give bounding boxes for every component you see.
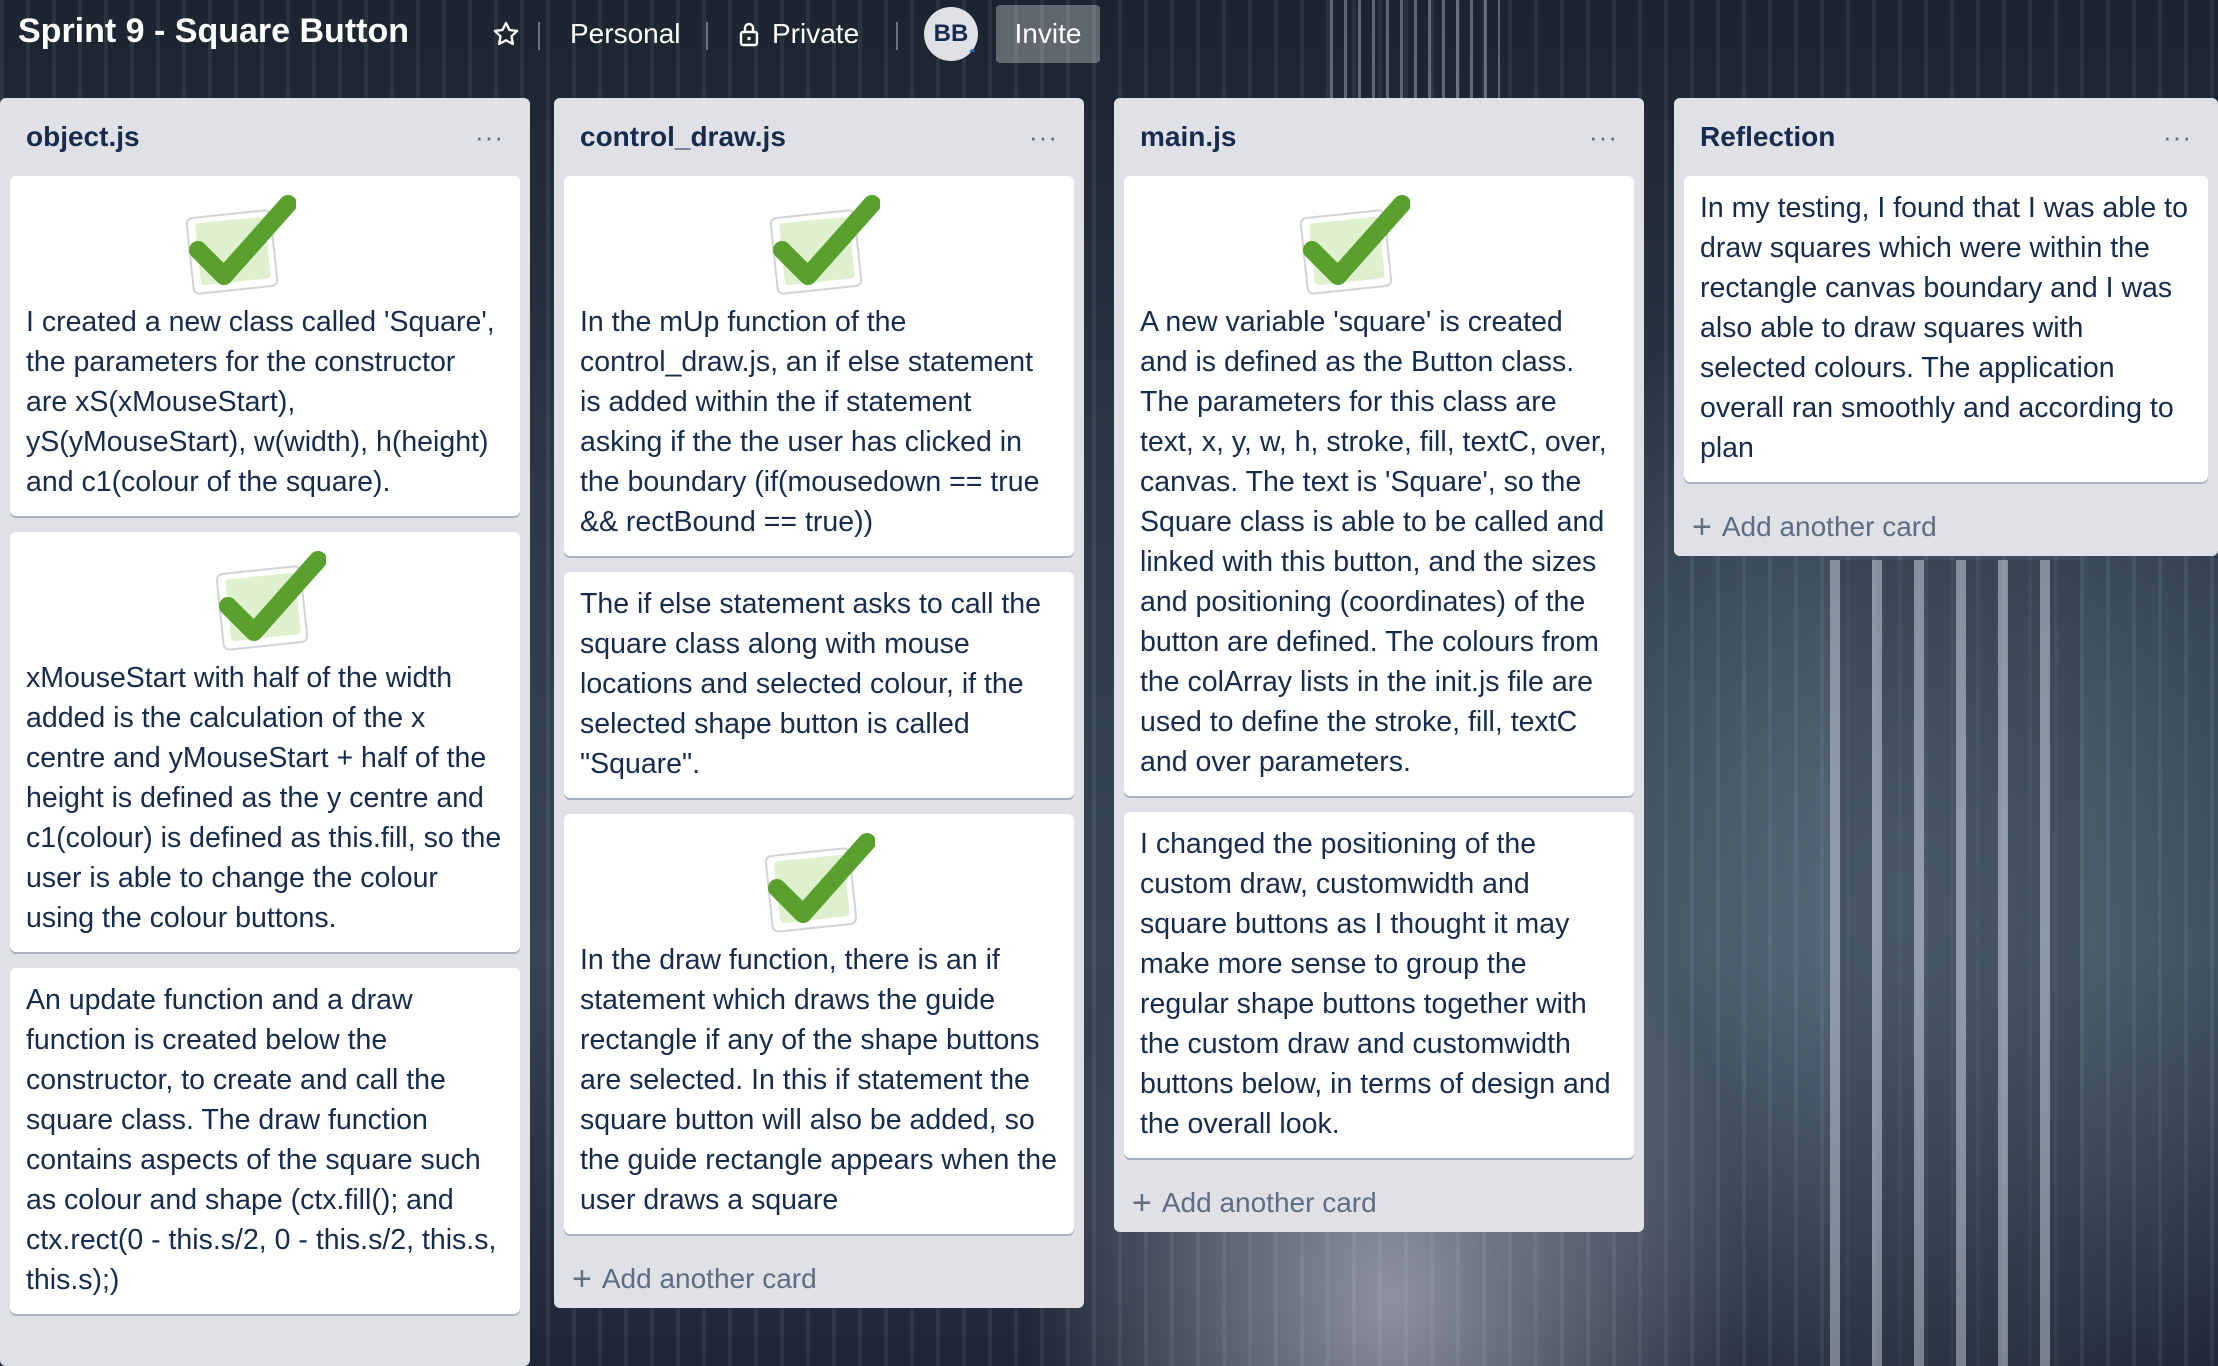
list-menu-icon[interactable]: ··· bbox=[1029, 122, 1058, 153]
card-text: An update function and a draw function i… bbox=[26, 984, 497, 1296]
star-button[interactable] bbox=[484, 14, 528, 54]
list-header: main.js ··· bbox=[1124, 98, 1634, 176]
checkmark-icon bbox=[764, 833, 875, 933]
privacy-button[interactable]: Private bbox=[724, 14, 873, 54]
add-card-button[interactable]: + Add another card bbox=[1124, 1174, 1634, 1232]
card-text: I changed the positioning of the custom … bbox=[1140, 828, 1611, 1140]
card[interactable]: I changed the positioning of the custom … bbox=[1124, 812, 1634, 1158]
card-text: The if else statement asks to call the s… bbox=[580, 588, 1041, 780]
list-title[interactable]: control_draw.js bbox=[580, 121, 786, 153]
card[interactable]: In the mUp function of the control_draw.… bbox=[564, 176, 1074, 556]
plus-icon: + bbox=[1692, 508, 1712, 546]
list-title[interactable]: Reflection bbox=[1700, 121, 1835, 153]
list-title[interactable]: object.js bbox=[26, 121, 140, 153]
star-icon bbox=[493, 21, 519, 46]
add-card-label: Add another card bbox=[601, 1263, 817, 1294]
header-divider bbox=[706, 22, 708, 50]
card-text: A new variable 'square' is created and i… bbox=[1140, 306, 1607, 778]
card[interactable]: A new variable 'square' is created and i… bbox=[1124, 176, 1634, 796]
list-object-js: object.js ··· I created a new class call… bbox=[0, 98, 530, 1366]
add-card-button[interactable]: + Add another card bbox=[564, 1250, 1074, 1308]
card[interactable]: I created a new class called 'Square', t… bbox=[10, 176, 520, 516]
list-menu-icon[interactable]: ··· bbox=[2163, 122, 2192, 153]
checkmark-icon bbox=[185, 195, 296, 295]
checkmark-icon bbox=[769, 195, 880, 295]
add-card-label: Add another card bbox=[1161, 1187, 1377, 1218]
card-text: In my testing, I found that I was able t… bbox=[1700, 192, 2188, 464]
plus-icon: + bbox=[572, 1260, 592, 1298]
list-menu-icon[interactable]: ··· bbox=[1589, 122, 1618, 153]
card-text: I created a new class called 'Square', t… bbox=[26, 306, 495, 498]
admin-badge-icon: ⌃ bbox=[966, 47, 978, 61]
add-card-button[interactable]: + Add another card bbox=[1684, 498, 2208, 556]
card[interactable]: An update function and a draw function i… bbox=[10, 968, 520, 1314]
board-header: Sprint 9 - Square Button Personal Privat… bbox=[0, 0, 2218, 68]
member-initials: BB bbox=[933, 20, 969, 47]
card-text: xMouseStart with half of the width added… bbox=[26, 662, 502, 934]
card-text: In the mUp function of the control_draw.… bbox=[580, 306, 1040, 538]
list-reflection: Reflection ··· In my testing, I found th… bbox=[1674, 98, 2218, 556]
card[interactable]: In the draw function, there is an if sta… bbox=[564, 814, 1074, 1234]
card[interactable]: xMouseStart with half of the width added… bbox=[10, 532, 520, 952]
card[interactable]: The if else statement asks to call the s… bbox=[564, 572, 1074, 798]
list-header: Reflection ··· bbox=[1684, 98, 2208, 176]
lock-icon bbox=[739, 22, 759, 47]
checkmark-icon bbox=[1299, 195, 1410, 295]
list-control-draw-js: control_draw.js ··· In the mUp function … bbox=[554, 98, 1084, 1308]
board-title[interactable]: Sprint 9 - Square Button bbox=[18, 12, 409, 51]
card[interactable]: In my testing, I found that I was able t… bbox=[1684, 176, 2208, 482]
list-header: object.js ··· bbox=[10, 98, 520, 176]
card-text: In the draw function, there is an if sta… bbox=[580, 944, 1057, 1216]
list-menu-icon[interactable]: ··· bbox=[475, 122, 504, 153]
team-visibility-button[interactable]: Personal bbox=[556, 14, 695, 54]
add-card-label: Add another card bbox=[1721, 511, 1937, 542]
checkmark-icon bbox=[215, 551, 326, 651]
list-main-js: main.js ··· A new variable 'square' is c… bbox=[1114, 98, 1644, 1232]
member-avatar[interactable]: BB ⌃ bbox=[924, 7, 978, 61]
list-header: control_draw.js ··· bbox=[564, 98, 1074, 176]
privacy-label: Private bbox=[772, 18, 860, 49]
plus-icon: + bbox=[1132, 1184, 1152, 1222]
list-title[interactable]: main.js bbox=[1140, 121, 1236, 153]
header-divider bbox=[896, 22, 898, 50]
background-gate bbox=[1830, 560, 2080, 1366]
invite-button[interactable]: Invite bbox=[996, 5, 1100, 63]
header-divider bbox=[538, 22, 540, 50]
